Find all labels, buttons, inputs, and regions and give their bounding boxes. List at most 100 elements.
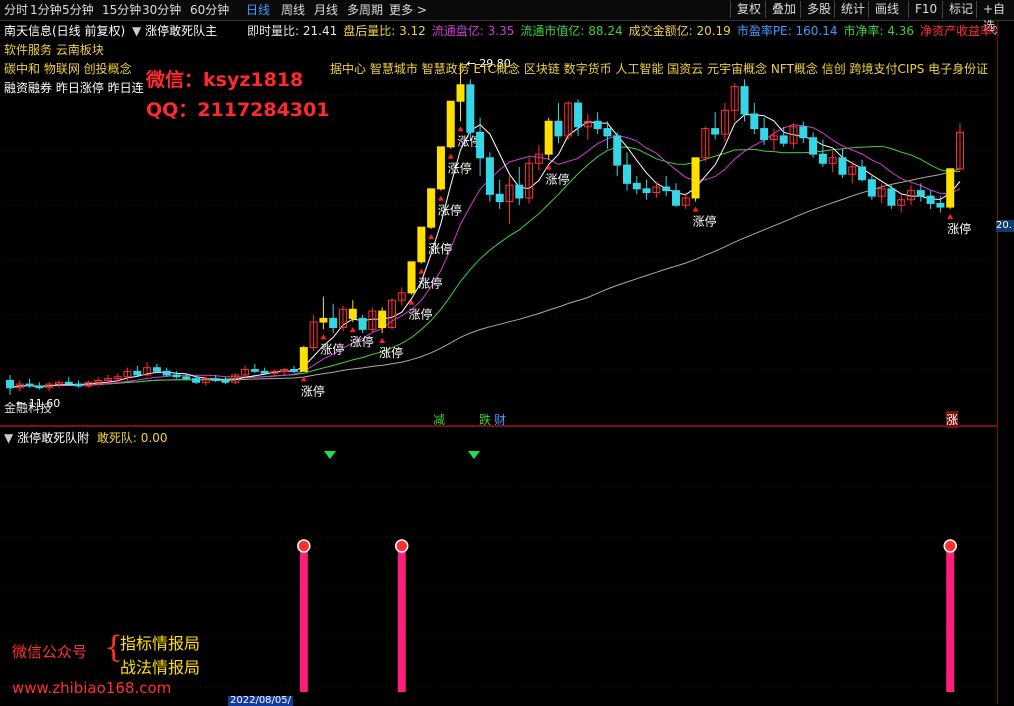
- promo-line-2: 战法情报局: [120, 658, 201, 677]
- candle-body: [456, 84, 465, 102]
- limit-up-label: 涨停: [448, 161, 472, 176]
- limit-up-label: 涨停: [693, 214, 717, 229]
- ma60-line: [9, 168, 961, 389]
- toolbar-button-0[interactable]: 复权: [730, 1, 767, 18]
- candle-body: [64, 381, 73, 385]
- limit-up-label: 涨停: [418, 276, 442, 291]
- candle-body: [152, 367, 161, 372]
- candle-body: [427, 188, 436, 228]
- candle-body: [221, 379, 230, 383]
- period-1[interactable]: 1分钟: [30, 2, 62, 18]
- limit-up-arrow: [320, 334, 327, 340]
- indicator-main-name: 涨停敢死队主: [145, 24, 218, 38]
- candle-body: [642, 188, 651, 193]
- candle-body: [711, 128, 720, 135]
- candle-body: [623, 164, 632, 184]
- stock-title[interactable]: 南天信息(日线 前复权): [4, 22, 125, 39]
- metric-5: 市盈率PE: 160.14: [736, 24, 838, 38]
- candle-body: [818, 153, 827, 164]
- limit-up-arrow: [692, 206, 699, 212]
- period-0[interactable]: 分时: [4, 2, 28, 18]
- candle-body: [750, 113, 759, 130]
- metric-1: 盘后量比: 3.12: [343, 24, 426, 38]
- toolbar-button-6[interactable]: 标记: [942, 1, 979, 18]
- candle-body: [485, 157, 494, 195]
- limit-up-label: 涨停: [320, 341, 344, 356]
- candle-body: [858, 166, 867, 181]
- candle-body: [926, 195, 935, 204]
- candle-body: [162, 370, 171, 376]
- candle-body: [554, 120, 563, 137]
- candle-body: [603, 128, 612, 137]
- toolbar-button-1[interactable]: 叠加: [765, 1, 802, 18]
- candle-body: [544, 120, 553, 155]
- candle-body: [936, 202, 945, 208]
- period-8[interactable]: 月线: [314, 2, 338, 18]
- signal-bar: [299, 547, 308, 692]
- candle-body: [740, 86, 749, 115]
- period-2[interactable]: 5分钟: [62, 2, 94, 18]
- candle-body: [809, 137, 818, 155]
- promo-site: www.zhibiao168.com: [12, 679, 172, 697]
- toolbar-button-4[interactable]: 画线: [868, 1, 905, 18]
- period-toolbar: 分时 1分钟 5分钟 15分钟 30分钟 60分钟 日线 周线 月线 多周期 更多 > 复权 叠加 多股统…: [0, 0, 1014, 33]
- candle-body: [260, 370, 269, 374]
- candle-body: [495, 193, 504, 203]
- limit-up-arrow: [379, 338, 386, 343]
- period-7[interactable]: 周线: [281, 2, 305, 18]
- candle-body: [35, 385, 44, 389]
- period-10[interactable]: 更多 >: [389, 2, 427, 18]
- toolbar-button-2[interactable]: 多股: [800, 1, 837, 18]
- signal-ball-icon: [943, 539, 957, 553]
- period-4[interactable]: 30分钟: [142, 2, 181, 18]
- candle-body: [6, 379, 14, 389]
- chevron-down-icon[interactable]: ▼: [4, 431, 13, 445]
- candle-body: [417, 226, 426, 263]
- limit-up-label: 涨停: [409, 307, 433, 322]
- promo-account-label: 微信公众号: [12, 643, 88, 661]
- price-axis[interactable]: [997, 21, 1014, 704]
- candle-body: [779, 135, 788, 144]
- candle-body: [887, 188, 896, 206]
- watermark-qq: QQ：2117284301: [146, 99, 330, 121]
- metric-3: 流通市值亿: 88.24: [520, 24, 623, 38]
- period-9[interactable]: 多周期: [347, 2, 383, 18]
- limit-up-label: 涨停: [379, 345, 403, 360]
- candle-body: [407, 261, 416, 294]
- limit-up-arrow: [428, 233, 435, 239]
- candle-body: [632, 182, 641, 190]
- candle-body: [348, 308, 357, 319]
- ma5-line: [9, 114, 961, 389]
- limit-up-arrow: [418, 268, 425, 274]
- sector-label: 金融科技: [4, 401, 53, 415]
- candle-body: [838, 157, 847, 175]
- ma20-line: [9, 145, 961, 389]
- candle-body: [799, 126, 808, 139]
- concept-line-2-left: 碳中和 物联网 创投概念: [4, 62, 132, 76]
- sub-indicator-header[interactable]: ▼ 涨停敢死队附 敢死队: 0.00: [4, 429, 167, 446]
- period-6[interactable]: 日线: [246, 2, 270, 18]
- current-price-tag: 20.: [996, 220, 1014, 232]
- limit-up-label: 涨停: [301, 383, 325, 398]
- watermark-wechat: 微信：ksyz1818: [146, 69, 304, 91]
- triangle-down-icon: [468, 451, 480, 459]
- candle-body: [613, 135, 622, 166]
- concept-line-3: 融资融券 昨日涨停 昨日连: [4, 81, 144, 95]
- limit-up-label: 涨停: [438, 203, 462, 218]
- metric-0: 即时量比: 21.41: [247, 24, 338, 38]
- metrics-bar: 即时量比: 21.41 盘后量比: 3.12 流通盘亿: 3.35 流通市值亿: 88…: [247, 22, 1014, 38]
- limit-up-arrow: [437, 195, 444, 201]
- candle-body: [446, 100, 455, 148]
- candle-body: [192, 378, 201, 383]
- period-3[interactable]: 15分钟: [102, 2, 141, 18]
- period-5[interactable]: 60分钟: [190, 2, 229, 18]
- candle-body: [662, 186, 671, 192]
- toolbar-button-7[interactable]: +自选: [976, 1, 1014, 33]
- candle-body: [290, 369, 299, 372]
- candle-body: [250, 369, 259, 372]
- chevron-down-icon[interactable]: ▼: [132, 24, 141, 38]
- indicator-selector[interactable]: ▼ 涨停敢死队主: [132, 22, 217, 39]
- toolbar-button-3[interactable]: 统计: [834, 1, 871, 18]
- toolbar-button-5[interactable]: F10: [908, 1, 943, 18]
- metric-6: 市净率: 4.36: [843, 24, 915, 38]
